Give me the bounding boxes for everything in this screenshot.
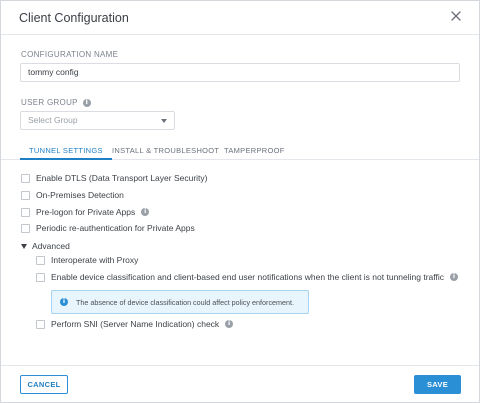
on-prem-label: On-Premises Detection [36,190,124,200]
cancel-button[interactable]: CANCEL [20,375,68,394]
footer-divider [1,365,479,366]
on-prem-checkbox[interactable] [21,190,30,200]
interoperate-option[interactable]: Interoperate with Proxy [36,255,138,265]
info-icon[interactable] [141,207,150,216]
user-group-label-row: USER GROUP [21,98,91,107]
info-icon[interactable] [82,98,91,107]
interoperate-checkbox[interactable] [36,255,45,265]
close-icon[interactable] [449,9,463,23]
sni-check-label: Perform SNI (Server Name Indication) che… [51,319,220,329]
device-classification-checkbox[interactable] [36,272,45,282]
configuration-name-input[interactable]: tommy config [20,63,460,82]
pre-logon-option[interactable]: Pre-logon for Private Apps [21,207,150,217]
dtls-option[interactable]: Enable DTLS (Data Transport Layer Securi… [21,173,208,183]
caret-down-icon [21,243,27,249]
user-group-label: USER GROUP [21,98,78,107]
tab-tamperproof[interactable]: TAMPERPROOF [224,146,285,160]
device-classification-option[interactable]: Enable device classification and client-… [36,272,458,282]
interoperate-label: Interoperate with Proxy [51,255,139,265]
client-configuration-dialog: Client Configuration CONFIGURATION NAME … [0,0,480,403]
save-button[interactable]: SAVE [414,375,461,394]
dtls-label: Enable DTLS (Data Transport Layer Securi… [36,173,208,183]
tab-bar: TUNNEL SETTINGS INSTALL & TROUBLESHOOT T… [1,142,479,160]
on-prem-option[interactable]: On-Premises Detection [21,190,124,200]
dtls-checkbox[interactable] [21,173,30,183]
info-icon [60,297,68,306]
periodic-reauth-checkbox[interactable] [21,223,30,233]
pre-logon-checkbox[interactable] [21,207,30,217]
info-icon[interactable] [225,319,234,328]
pre-logon-label: Pre-logon for Private Apps [36,207,136,217]
periodic-reauth-option[interactable]: Periodic re-authentication for Private A… [21,223,195,233]
chevron-down-icon [161,119,167,123]
user-group-placeholder: Select Group [28,115,78,125]
sni-check-checkbox[interactable] [36,319,45,329]
device-classification-label: Enable device classification and client-… [51,272,444,282]
tab-install-troubleshoot[interactable]: INSTALL & TROUBLESHOOT [112,146,219,160]
sni-check-option[interactable]: Perform SNI (Server Name Indication) che… [36,319,234,329]
advanced-label: Advanced [32,241,70,251]
info-icon[interactable] [449,272,458,281]
notice-text: The absence of device classification cou… [76,297,295,307]
advanced-toggle[interactable]: Advanced [21,241,70,251]
dialog-header: Client Configuration [1,1,479,35]
device-classification-notice: The absence of device classification cou… [51,290,309,314]
dialog-title: Client Configuration [19,11,129,25]
user-group-select[interactable]: Select Group [20,111,175,130]
tab-tunnel-settings[interactable]: TUNNEL SETTINGS [20,146,112,160]
periodic-reauth-label: Periodic re-authentication for Private A… [36,223,195,233]
configuration-name-label: CONFIGURATION NAME [21,50,119,59]
